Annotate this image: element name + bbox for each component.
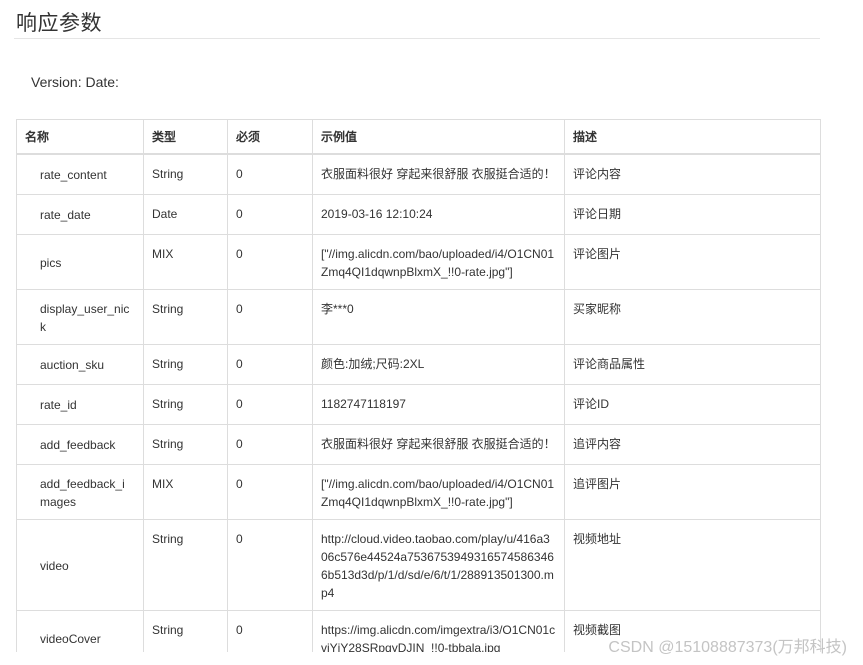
param-example: 衣服面料很好 穿起来很舒服 衣服挺合适的！ <box>312 153 565 195</box>
param-type: String <box>143 423 228 465</box>
param-description: 评论日期 <box>564 193 821 235</box>
param-name: rate_date <box>16 193 144 235</box>
header-row: 名称 类型 必须 示例值 描述 <box>16 119 821 155</box>
param-required: 0 <box>227 288 313 345</box>
param-required: 0 <box>227 193 313 235</box>
api-doc-page: 响应参数 Version: Date: 名称 类型 必须 示例值 描述 rate… <box>0 0 863 665</box>
param-name: auction_sku <box>16 343 144 385</box>
param-name: rate_id <box>16 383 144 425</box>
param-description: 评论图片 <box>564 233 821 290</box>
param-example: ["//img.alicdn.com/bao/uploaded/i4/O1CN0… <box>312 463 565 520</box>
param-required: 0 <box>227 383 313 425</box>
param-name: pics <box>16 233 144 290</box>
table-header: 名称 类型 必须 示例值 描述 <box>16 119 821 155</box>
param-name: display_user_nick <box>16 288 144 345</box>
param-example: 2019-03-16 12:10:24 <box>312 193 565 235</box>
table-body: rate_content String 0 衣服面料很好 穿起来很舒服 衣服挺合… <box>16 153 821 665</box>
param-type: String <box>143 518 228 611</box>
param-required: 0 <box>227 343 313 385</box>
param-example: 李***0 <box>312 288 565 345</box>
param-name: video <box>16 518 144 611</box>
param-type: MIX <box>143 463 228 520</box>
header-required: 必须 <box>227 119 313 155</box>
param-type: String <box>143 343 228 385</box>
param-example: 颜色:加绒;尺码:2XL <box>312 343 565 385</box>
param-type: String <box>143 288 228 345</box>
header-type: 类型 <box>143 119 228 155</box>
header-description: 描述 <box>564 119 821 155</box>
response-params-table: 名称 类型 必须 示例值 描述 rate_content String 0 衣服… <box>16 119 821 665</box>
table-row: rate_id String 0 1182747118197 评论ID <box>16 383 821 425</box>
param-name: add_feedback <box>16 423 144 465</box>
section-title: 响应参数 <box>16 11 102 35</box>
param-description: 评论内容 <box>564 153 821 195</box>
table-row: add_feedback String 0 衣服面料很好 穿起来很舒服 衣服挺合… <box>16 423 821 465</box>
table-row: display_user_nick String 0 李***0 买家昵称 <box>16 288 821 345</box>
param-description: 追评内容 <box>564 423 821 465</box>
table-row: rate_content String 0 衣服面料很好 穿起来很舒服 衣服挺合… <box>16 153 821 195</box>
csdn-watermark: CSDN @15108887373(万邦科技) <box>608 639 847 656</box>
param-description: 评论商品属性 <box>564 343 821 385</box>
table-row: add_feedback_images MIX 0 ["//img.alicdn… <box>16 463 821 520</box>
param-example: http://cloud.video.taobao.com/play/u/416… <box>312 518 565 611</box>
param-type: String <box>143 383 228 425</box>
param-example: 衣服面料很好 穿起来很舒服 衣服挺合适的！ <box>312 423 565 465</box>
table-row: pics MIX 0 ["//img.alicdn.com/bao/upload… <box>16 233 821 290</box>
header-example: 示例值 <box>312 119 565 155</box>
param-type: MIX <box>143 233 228 290</box>
table-row: video String 0 http://cloud.video.taobao… <box>16 518 821 611</box>
param-type: String <box>143 153 228 195</box>
param-description: 买家昵称 <box>564 288 821 345</box>
param-name: rate_content <box>16 153 144 195</box>
param-description: 追评图片 <box>564 463 821 520</box>
param-required: 0 <box>227 153 313 195</box>
param-description: 评论ID <box>564 383 821 425</box>
table-row: rate_date Date 0 2019-03-16 12:10:24 评论日… <box>16 193 821 235</box>
header-name: 名称 <box>16 119 144 155</box>
param-name: add_feedback_images <box>16 463 144 520</box>
param-example: ["//img.alicdn.com/bao/uploaded/i4/O1CN0… <box>312 233 565 290</box>
param-required: 0 <box>227 233 313 290</box>
section-divider <box>14 38 820 39</box>
param-example: 1182747118197 <box>312 383 565 425</box>
version-date-line: Version: Date: <box>31 74 119 90</box>
param-required: 0 <box>227 518 313 611</box>
table-row: auction_sku String 0 颜色:加绒;尺码:2XL 评论商品属性 <box>16 343 821 385</box>
param-description: 视频地址 <box>564 518 821 611</box>
param-type: Date <box>143 193 228 235</box>
param-required: 0 <box>227 423 313 465</box>
param-required: 0 <box>227 463 313 520</box>
